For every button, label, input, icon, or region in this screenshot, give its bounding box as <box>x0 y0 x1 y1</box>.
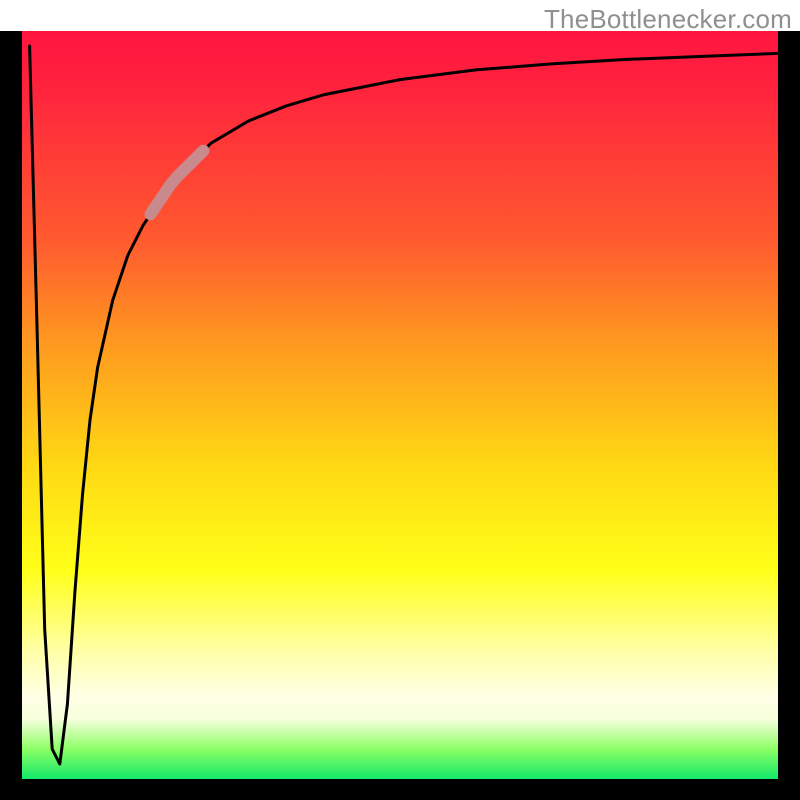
plot-area <box>22 31 778 779</box>
bottleneck-curve <box>30 46 778 764</box>
plot-outer-border <box>0 31 800 800</box>
chart-frame: TheBottlenecker.com <box>0 0 800 800</box>
curve-layer <box>22 31 778 779</box>
curve-highlight-segment <box>151 151 204 215</box>
